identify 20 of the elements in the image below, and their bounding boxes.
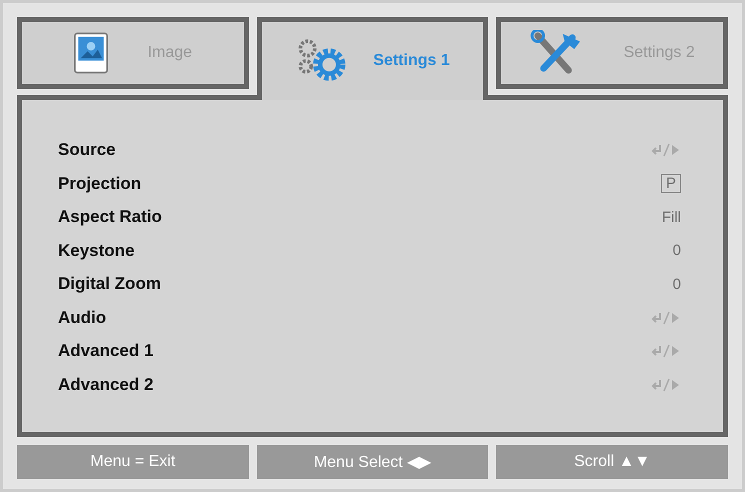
enter-icon: [651, 310, 681, 326]
enter-icon: [651, 343, 681, 359]
item-value: 0: [672, 276, 681, 292]
hint-bar: Menu = Exit: [17, 445, 249, 479]
menu-item[interactable]: Aspect Ratio: [58, 207, 162, 227]
picture-icon: [74, 32, 108, 74]
menu-item[interactable]: Keystone: [58, 240, 135, 260]
hint-bar: Menu Select ◀▶: [256, 445, 488, 479]
item-value: Fill: [662, 208, 681, 226]
menu-item[interactable]: Audio: [58, 308, 106, 328]
menu-item[interactable]: Advanced 1: [58, 341, 154, 361]
hint-bar: Scroll ▲▼: [496, 445, 728, 479]
menu-item[interactable]: Source: [58, 140, 116, 160]
enter-icon: [651, 376, 681, 392]
item-value: 0: [672, 242, 681, 259]
menu-item[interactable]: Projection: [58, 174, 142, 194]
enter-icon: [651, 142, 681, 158]
menu-item[interactable]: Digital Zoom: [58, 274, 161, 294]
menu-item[interactable]: Advanced 2: [58, 374, 154, 394]
item-value: P: [660, 174, 681, 193]
